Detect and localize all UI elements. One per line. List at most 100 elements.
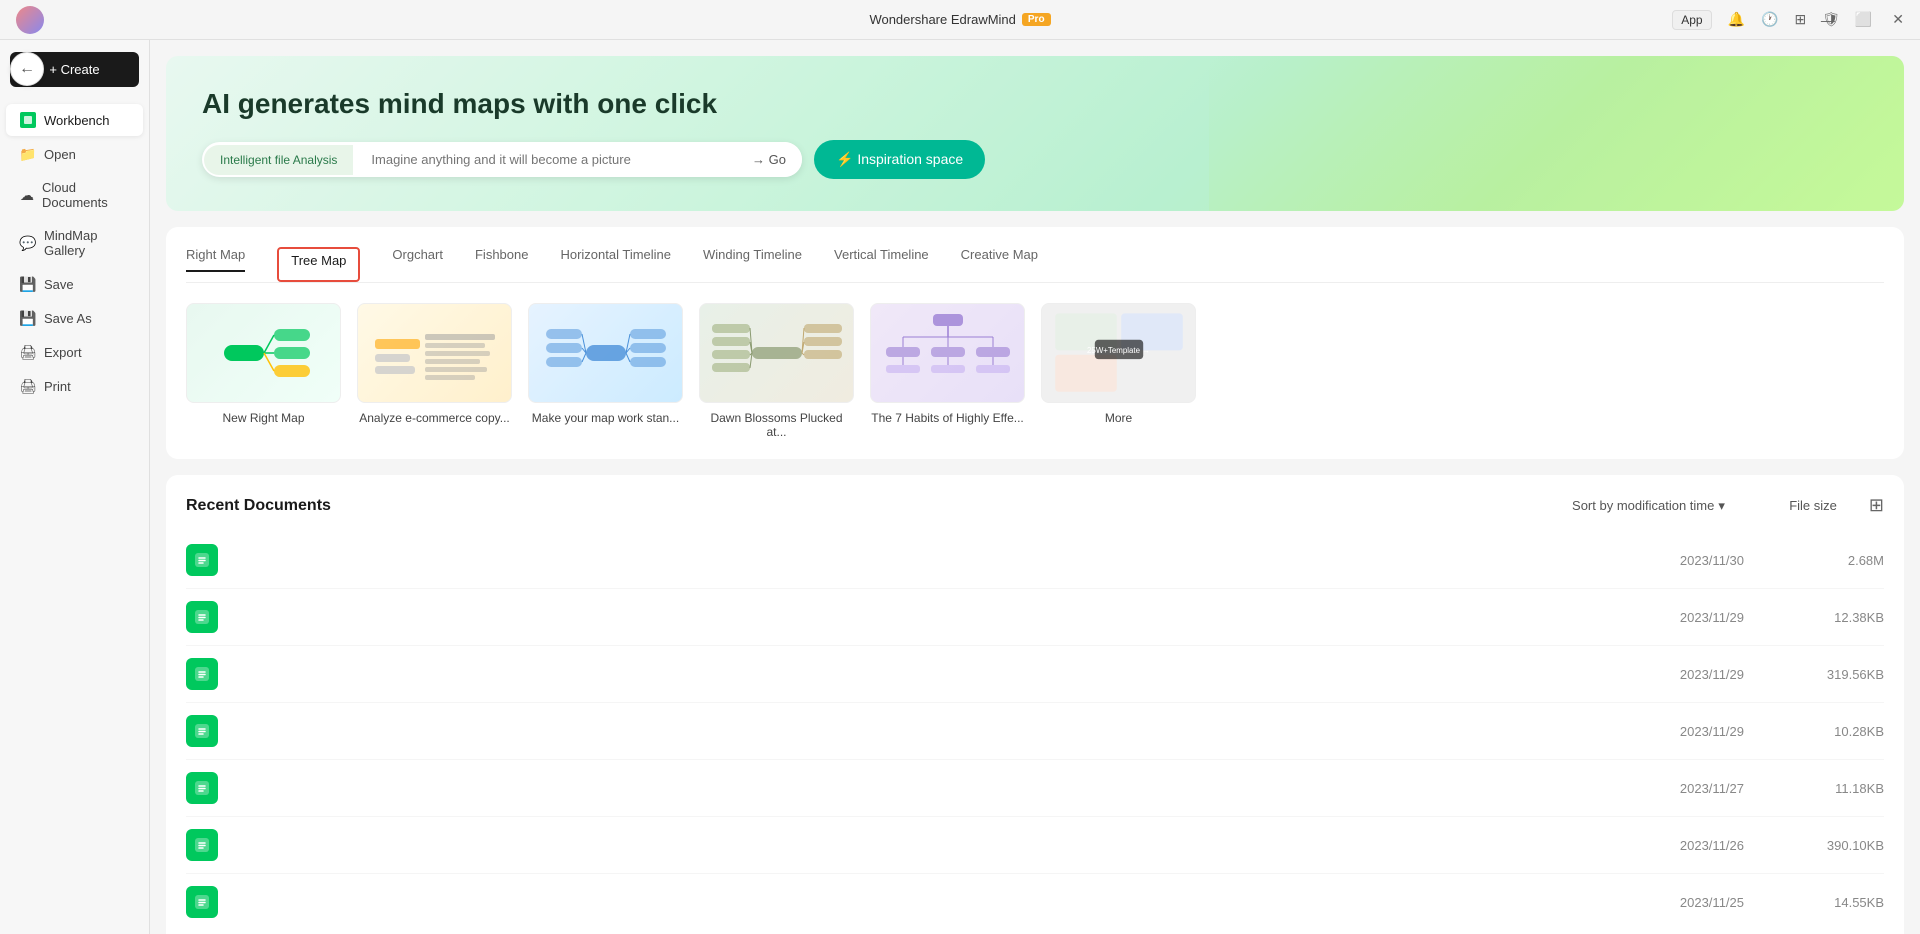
doc-size: 390.10KB <box>1804 838 1884 853</box>
window-controls: — ⬜ ✕ <box>1815 9 1910 30</box>
file-analysis-tab[interactable]: Intelligent file Analysis <box>204 145 353 175</box>
doc-size: 14.55KB <box>1804 895 1884 910</box>
recent-section: Recent Documents Sort by modification ti… <box>166 475 1904 934</box>
tab-vertical-timeline[interactable]: Vertical Timeline <box>834 247 929 282</box>
view-toggle-button[interactable]: ⊞ <box>1869 495 1884 516</box>
recent-header: Recent Documents Sort by modification ti… <box>186 495 1884 516</box>
recent-title: Recent Documents <box>186 497 331 515</box>
content-inner: AI generates mind maps with one click In… <box>150 56 1920 934</box>
bell-icon[interactable]: 🔔 <box>1728 11 1745 28</box>
file-size-header: File size <box>1757 498 1837 513</box>
inspiration-button[interactable]: ⚡ Inspiration space <box>814 140 985 179</box>
sidebar-label-save: Save <box>44 277 74 292</box>
grid-icon[interactable]: ⊞ <box>1794 11 1806 28</box>
tab-creative-map[interactable]: Creative Map <box>961 247 1038 282</box>
template-grid: New Right Map <box>186 303 1884 439</box>
tab-right-map[interactable]: Right Map <box>186 247 245 282</box>
titlebar-left <box>16 6 44 34</box>
doc-icon <box>186 772 218 804</box>
maximize-button[interactable]: ⬜ <box>1849 9 1878 30</box>
folder-icon: 📁 <box>20 146 36 162</box>
template-thumb-ecommerce <box>357 303 512 403</box>
table-row[interactable]: 2023/11/27 11.18KB <box>186 760 1884 817</box>
doc-icon <box>186 715 218 747</box>
cloud-icon: ☁ <box>20 187 34 203</box>
tab-horizontal-timeline[interactable]: Horizontal Timeline <box>560 247 671 282</box>
doc-icon <box>186 829 218 861</box>
doc-icon <box>186 886 218 918</box>
template-card-work-stand[interactable]: Make your map work stan... <box>528 303 683 439</box>
sidebar-item-saveas[interactable]: 💾 Save As <box>6 302 143 334</box>
workbench-icon <box>20 112 36 128</box>
tab-orgchart[interactable]: Orgchart <box>392 247 443 282</box>
sidebar-label-export: Export <box>44 345 82 360</box>
template-card-dawn[interactable]: Dawn Blossoms Plucked at... <box>699 303 854 439</box>
chevron-down-icon: ▾ <box>1718 498 1725 514</box>
table-row[interactable]: 2023/11/29 12.38KB <box>186 589 1884 646</box>
hero-input-row: Intelligent file Analysis → Go ⚡ Inspira… <box>202 140 1868 179</box>
save-icon: 💾 <box>20 276 36 292</box>
doc-size: 11.18KB <box>1804 781 1884 796</box>
back-button[interactable]: ← <box>10 52 44 86</box>
clock-icon[interactable]: 🕐 <box>1761 11 1778 28</box>
hero-search-input[interactable] <box>355 142 736 177</box>
sidebar-item-save[interactable]: 💾 Save <box>6 268 143 300</box>
export-icon: 🖨 <box>20 344 36 360</box>
doc-date: 2023/11/26 <box>1624 838 1744 853</box>
content-area: AI generates mind maps with one click In… <box>150 40 1920 934</box>
sidebar-item-cloud[interactable]: ☁ Cloud Documents <box>6 172 143 218</box>
hero-input-wrapper: Intelligent file Analysis → Go <box>202 142 802 177</box>
doc-date: 2023/11/25 <box>1624 895 1744 910</box>
tab-tree-map[interactable]: Tree Map <box>277 247 360 282</box>
sidebar-item-export[interactable]: 🖨 Export <box>6 336 143 368</box>
sidebar-item-workbench[interactable]: Workbench <box>6 104 143 136</box>
template-card-new-right-map[interactable]: New Right Map <box>186 303 341 439</box>
template-card-more[interactable]: 25W+Template → More <box>1041 303 1196 439</box>
doc-icon <box>186 601 218 633</box>
template-section: Right Map Tree Map Orgchart Fishbone Hor… <box>166 227 1904 459</box>
table-row[interactable]: 2023/11/29 10.28KB <box>186 703 1884 760</box>
doc-size: 319.56KB <box>1804 667 1884 682</box>
titlebar: Wondershare EdrawMind Pro App 🔔 🕐 ⊞ 🛡 — … <box>0 0 1920 40</box>
doc-date: 2023/11/29 <box>1624 667 1744 682</box>
template-tabs: Right Map Tree Map Orgchart Fishbone Hor… <box>186 247 1884 283</box>
back-arrow-icon: ← <box>19 60 35 78</box>
sidebar-item-gallery[interactable]: 💬 MindMap Gallery <box>6 220 143 266</box>
app-title: Wondershare EdrawMind Pro <box>869 12 1050 27</box>
table-row[interactable]: 2023/11/29 319.56KB <box>186 646 1884 703</box>
template-thumb-dawn <box>699 303 854 403</box>
doc-size: 12.38KB <box>1804 610 1884 625</box>
sidebar-item-open[interactable]: 📁 Open <box>6 138 143 170</box>
sort-dropdown[interactable]: Sort by modification time ▾ <box>1572 498 1725 514</box>
template-card-ecommerce[interactable]: Analyze e-commerce copy... <box>357 303 512 439</box>
minimize-button[interactable]: — <box>1815 10 1841 30</box>
sidebar-label-saveas: Save As <box>44 311 92 326</box>
svg-text:25W+Template →: 25W+Template → <box>1087 346 1150 355</box>
main-layout: + Create Workbench 📁 Open ☁ Cloud Docume… <box>0 40 1920 934</box>
doc-icon <box>186 658 218 690</box>
table-row[interactable]: 2023/11/26 390.10KB <box>186 817 1884 874</box>
sidebar-item-print[interactable]: 🖨 Print <box>6 370 143 402</box>
sidebar-label-print: Print <box>44 379 71 394</box>
recent-rows-container: 2023/11/30 2.68M 2023/11/29 12.38KB 2023… <box>186 532 1884 930</box>
app-button[interactable]: App <box>1672 10 1711 30</box>
table-row[interactable]: 2023/11/30 2.68M <box>186 532 1884 589</box>
avatar[interactable] <box>16 6 44 34</box>
close-button[interactable]: ✕ <box>1886 9 1910 30</box>
pro-badge: Pro <box>1022 13 1051 26</box>
doc-date: 2023/11/27 <box>1624 781 1744 796</box>
doc-date: 2023/11/29 <box>1624 610 1744 625</box>
sidebar-label-cloud: Cloud Documents <box>42 180 129 210</box>
tab-fishbone[interactable]: Fishbone <box>475 247 528 282</box>
app-name: Wondershare EdrawMind <box>869 12 1015 27</box>
sidebar-label-gallery: MindMap Gallery <box>44 228 129 258</box>
go-button[interactable]: → Go <box>736 142 802 177</box>
hero-title: AI generates mind maps with one click <box>202 88 1868 120</box>
print-icon: 🖨 <box>20 378 36 394</box>
template-label-ecommerce: Analyze e-commerce copy... <box>357 411 512 425</box>
tab-winding-timeline[interactable]: Winding Timeline <box>703 247 802 282</box>
template-label-dawn: Dawn Blossoms Plucked at... <box>699 411 854 439</box>
table-row[interactable]: 2023/11/25 14.55KB <box>186 874 1884 930</box>
sidebar-label-open: Open <box>44 147 76 162</box>
template-card-habits[interactable]: The 7 Habits of Highly Effe... <box>870 303 1025 439</box>
